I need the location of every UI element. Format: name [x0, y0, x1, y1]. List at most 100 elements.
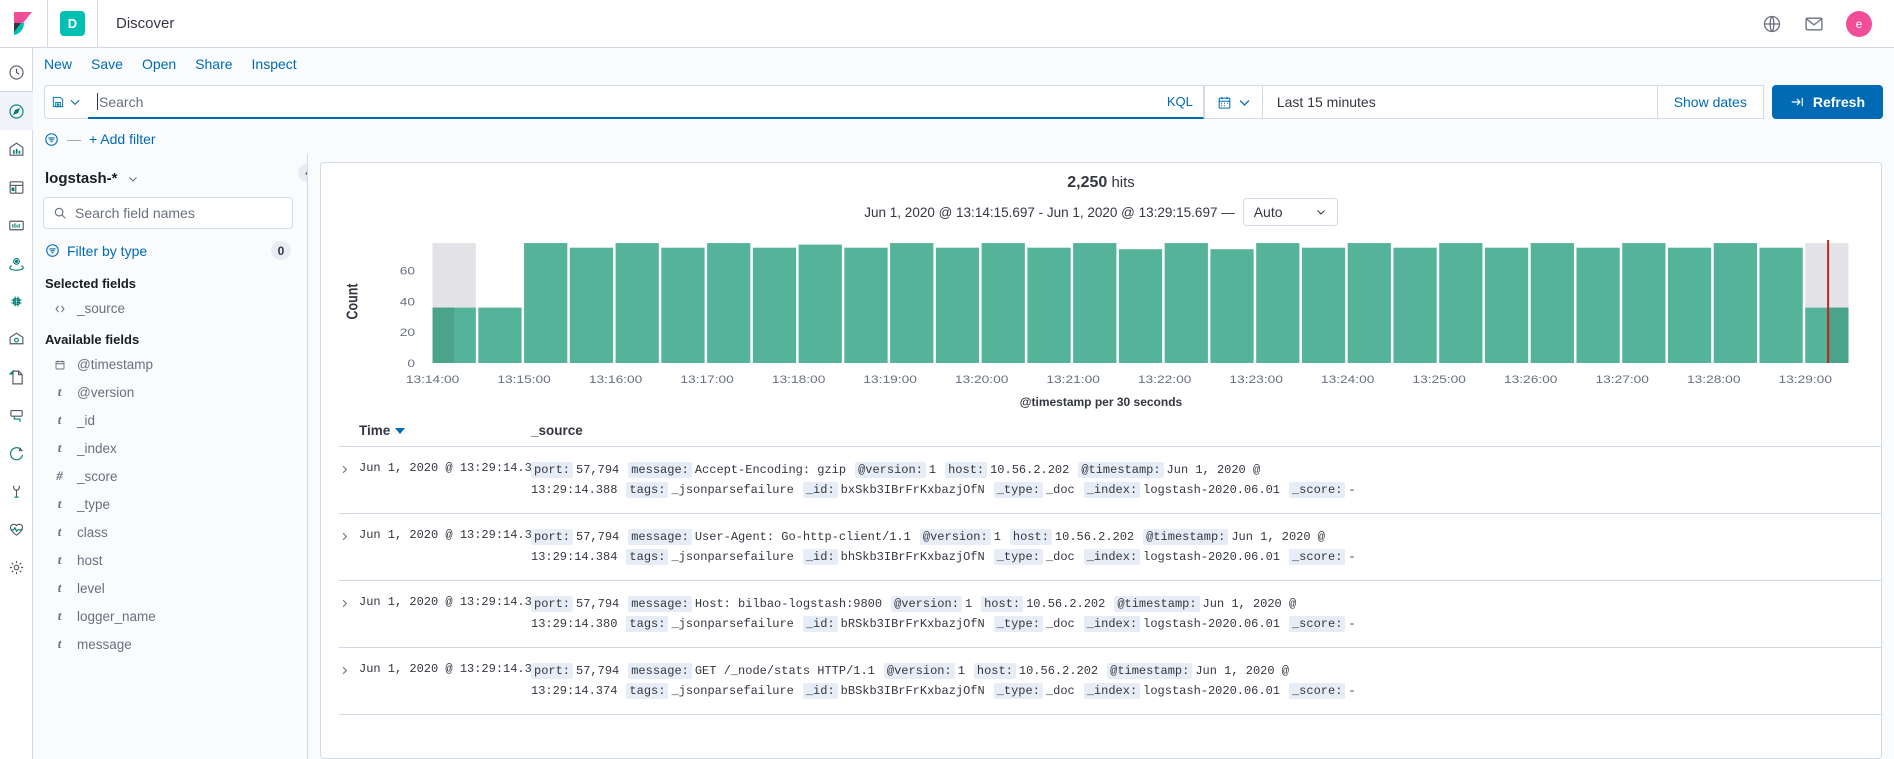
table-row[interactable]: Jun 1, 2020 @ 13:29:14.374 port: 57,794 mes…	[339, 648, 1881, 715]
sidebar-item-management[interactable]	[0, 548, 33, 586]
top-nav-new[interactable]: New	[44, 56, 72, 72]
sidebar-item-logs[interactable]	[0, 358, 33, 396]
primary-nav-rail	[0, 48, 33, 759]
hits-count: 2,250	[1067, 174, 1108, 191]
top-nav-open[interactable]: Open	[142, 56, 176, 72]
field-key: _id:	[802, 683, 838, 699]
field-search-box[interactable]	[43, 197, 293, 229]
kibana-discover-app: D Discover e New Save Open Share Inspect…	[0, 0, 1894, 759]
sidebar-item-canvas[interactable]	[0, 206, 33, 244]
sidebar-item-apm[interactable]	[0, 396, 33, 434]
sidebar-item-uptime[interactable]	[0, 434, 33, 472]
globe-icon[interactable]	[1762, 14, 1782, 34]
sidebar-collapse-button[interactable]	[298, 164, 307, 182]
mail-icon[interactable]	[1804, 14, 1824, 34]
refresh-button[interactable]: Refresh	[1771, 85, 1883, 119]
field-value: _jsonparsefailure	[671, 483, 794, 497]
interval-select[interactable]: Auto	[1242, 198, 1338, 226]
field-key: _type:	[993, 616, 1043, 632]
saved-query-button[interactable]	[44, 85, 88, 119]
filter-by-type-button[interactable]: Filter by type 0	[43, 235, 293, 266]
field-row-logger-name[interactable]: t logger_name	[43, 602, 293, 630]
expand-row-button[interactable]	[339, 460, 359, 478]
field-row-index[interactable]: t _index	[43, 434, 293, 462]
field-row-score[interactable]: # _score	[43, 462, 293, 490]
chevron-left-icon	[304, 170, 307, 176]
top-nav-share[interactable]: Share	[195, 56, 232, 72]
expand-row-button[interactable]	[339, 527, 359, 545]
field-key: _id:	[802, 482, 838, 498]
avatar[interactable]: e	[1846, 10, 1872, 37]
field-row-host[interactable]: t host	[43, 546, 293, 574]
field-name: host	[77, 552, 103, 568]
field-row-class[interactable]: t class	[43, 518, 293, 546]
expand-row-button[interactable]	[339, 661, 359, 679]
field-row-level[interactable]: t level	[43, 574, 293, 602]
top-nav-save[interactable]: Save	[91, 56, 123, 72]
search-input[interactable]: Search	[88, 85, 1157, 119]
string-type-icon: t	[57, 608, 62, 623]
filter-icon[interactable]	[44, 132, 59, 147]
kibana-logo[interactable]	[0, 0, 48, 48]
code-icon	[54, 305, 65, 312]
index-pattern-switcher[interactable]: logstash-*	[43, 164, 293, 197]
field-row-timestamp[interactable]: @timestamp	[43, 351, 293, 378]
source-type-icon	[53, 303, 66, 315]
expand-row-button[interactable]	[339, 594, 359, 612]
column-header-source[interactable]: _source	[531, 423, 583, 438]
sidebar-item-visualize[interactable]	[0, 130, 33, 168]
column-header-time[interactable]: Time	[359, 423, 531, 438]
field-row-source[interactable]: _source	[43, 295, 293, 322]
sidebar-item-dashboard[interactable]	[0, 168, 33, 206]
query-language-button[interactable]: KQL	[1156, 85, 1204, 119]
field-name: _id	[77, 412, 96, 428]
svg-text:13:18:00: 13:18:00	[772, 373, 826, 385]
string-type-icon: t	[57, 496, 62, 511]
sidebar-item-machine-learning[interactable]	[0, 282, 33, 320]
field-key: message:	[628, 663, 692, 679]
field-row-id[interactable]: t _id	[43, 406, 293, 434]
discover-main-card: 2,250 hits Jun 1, 2020 @ 13:14:15.697 - …	[320, 162, 1882, 759]
sidebar-item-discover[interactable]	[0, 92, 33, 130]
bar-chart-icon	[9, 141, 23, 156]
field-value: logstash-2020.06.01	[1143, 550, 1280, 564]
table-row[interactable]: Jun 1, 2020 @ 13:29:14.380 port: 57,794 mes…	[339, 581, 1881, 648]
field-key: _id:	[802, 616, 838, 632]
field-key: _id:	[802, 549, 838, 565]
field-sidebar: logstash-* Filter by type	[33, 154, 308, 759]
sidebar-item-infrastructure[interactable]	[0, 320, 33, 358]
row-source-cell: port: 57,794 message: Accept-Encoding: gzip…	[531, 460, 1881, 500]
field-key: _type:	[993, 549, 1043, 565]
field-key: @timestamp:	[1078, 462, 1164, 478]
add-filter-button[interactable]: + Add filter	[89, 131, 156, 147]
field-key: @version:	[919, 529, 991, 545]
field-value: bRSkb3IBrFrKxbazjOfN	[840, 617, 985, 631]
field-value: -	[1348, 483, 1356, 497]
top-nav-inspect[interactable]: Inspect	[252, 56, 297, 72]
table-row[interactable]: Jun 1, 2020 @ 13:29:14.384 port: 57,794 mes…	[339, 514, 1881, 581]
field-value: logstash-2020.06.01	[1143, 617, 1280, 631]
sidebar-item-stack-monitoring[interactable]	[0, 510, 33, 548]
sidebar-item-dev-tools[interactable]	[0, 472, 33, 510]
field-name: _index	[77, 440, 117, 456]
table-row[interactable]: Jun 1, 2020 @ 13:29:14.388 port: 57,794 mes…	[339, 447, 1881, 514]
canvas-icon	[8, 220, 24, 230]
sidebar-item-maps[interactable]	[0, 244, 33, 282]
svg-text:13:22:00: 13:22:00	[1138, 373, 1192, 385]
histogram-chart[interactable]: 0 20 40 60 Count 13:14:00 13:15:00 13:16:00 13:1…	[321, 228, 1881, 393]
field-row-type[interactable]: t _type	[43, 490, 293, 518]
field-row-version[interactable]: t @version	[43, 378, 293, 406]
field-key: host:	[1009, 529, 1052, 545]
show-dates-button[interactable]: Show dates	[1656, 86, 1763, 118]
documents-table: Time _source Jun 1, 2020 @ 13:29:14.388 p…	[321, 409, 1881, 758]
date-quick-select-button[interactable]	[1205, 86, 1263, 118]
search-field-names-input[interactable]	[75, 205, 283, 221]
field-row-message[interactable]: t message	[43, 630, 293, 658]
sidebar-item-recently-viewed[interactable]	[0, 54, 33, 92]
page-title: Discover	[116, 15, 175, 32]
date-range-display[interactable]: Last 15 minutes	[1263, 94, 1657, 110]
field-value: 1	[928, 463, 937, 477]
field-key: @timestamp:	[1143, 529, 1229, 545]
svg-text:13:26:00: 13:26:00	[1504, 373, 1558, 385]
string-type-icon: t	[57, 384, 62, 399]
